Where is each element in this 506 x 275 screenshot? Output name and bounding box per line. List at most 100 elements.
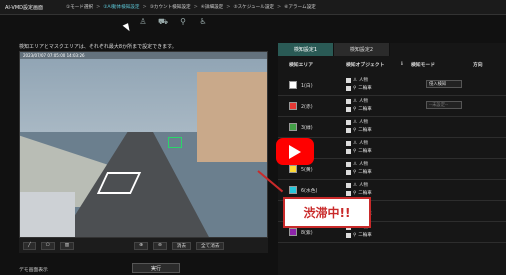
person-option[interactable]: ♙人物 xyxy=(346,98,372,106)
object-checkboxes: ♙人物 ⚲二輪車 xyxy=(346,119,372,134)
bike-label: 二輪車 xyxy=(358,127,372,133)
checkbox[interactable] xyxy=(346,148,351,154)
person-icon: ♙ xyxy=(353,120,358,125)
checkbox[interactable] xyxy=(346,106,351,112)
bike-option[interactable]: ⚲二輪車 xyxy=(346,190,372,198)
bike-icon: ⚲ xyxy=(353,169,357,175)
checkbox[interactable] xyxy=(346,190,351,196)
step-6[interactable]: ⑥アラーム設定 xyxy=(284,4,316,10)
bike-icon: ⚲ xyxy=(353,127,357,133)
header-object: 検知オブジェクト xyxy=(346,62,385,68)
object-checkboxes: ♙人物 ⚲二輪車 xyxy=(346,161,372,176)
header-area: 検知エリア xyxy=(289,62,313,68)
zoom-in-icon[interactable]: ⊕ xyxy=(134,241,148,250)
checkbox[interactable] xyxy=(346,85,351,91)
line-tool-icon[interactable]: ╱ xyxy=(23,241,36,250)
object-checkboxes: ♙人物 ⚲二輪車 xyxy=(346,140,372,155)
checkbox[interactable] xyxy=(346,232,351,238)
area-name: 1(白) xyxy=(301,83,313,89)
person-label: 人物 xyxy=(359,99,369,104)
separator: > xyxy=(226,4,231,10)
checkbox[interactable] xyxy=(346,127,351,133)
delete-button[interactable]: 消去 xyxy=(171,241,192,250)
person-option[interactable]: ♙人物 xyxy=(346,77,372,85)
tab-bar: 検知設定1 検知設定2 xyxy=(278,43,506,56)
bike-label: 二輪車 xyxy=(358,85,372,91)
area-color-swatch xyxy=(289,123,297,131)
bicycle-icon[interactable]: ⚲ xyxy=(178,17,188,26)
step-3[interactable]: ③カウント検知設定 xyxy=(150,4,191,10)
person-option[interactable]: ♙人物 xyxy=(346,182,372,190)
bike-label: 二輪車 xyxy=(358,232,372,238)
person-label: 人物 xyxy=(359,78,369,83)
bike-option[interactable]: ⚲二輪車 xyxy=(346,85,372,93)
annotation-callout: 渋滞中!! xyxy=(283,197,371,228)
person-label: 人物 xyxy=(359,183,369,188)
delete-all-button[interactable]: 全て消去 xyxy=(196,241,225,250)
header-direction: 方向 xyxy=(473,62,483,68)
person-icon: ♙ xyxy=(353,183,358,188)
person-icon: ♙ xyxy=(353,141,358,146)
bike-icon: ⚲ xyxy=(353,190,357,196)
bike-option[interactable]: ⚲二輪車 xyxy=(346,148,372,156)
person-option[interactable]: ♙人物 xyxy=(346,119,372,127)
area-name: 8(紫) xyxy=(301,230,313,236)
wheelchair-icon[interactable]: ♿ xyxy=(198,17,208,26)
building xyxy=(197,72,267,162)
step-5[interactable]: ⑤スケジュール設定 xyxy=(233,4,274,10)
mask-tool-icon[interactable]: ▥ xyxy=(59,241,75,250)
play-button[interactable] xyxy=(276,138,314,165)
info-icon[interactable]: ℹ xyxy=(401,62,411,67)
object-checkboxes: ♙人物 ⚲二輪車 xyxy=(346,77,372,92)
step-2[interactable]: ②AI動体検知設定 xyxy=(103,4,139,10)
person-option[interactable]: ♙人物 xyxy=(346,161,372,169)
area-color-swatch xyxy=(289,186,297,194)
mode-select[interactable]: --未設定-- xyxy=(426,101,462,109)
person-icon[interactable]: ♙ xyxy=(138,17,148,26)
tab-detection-2[interactable]: 検知設定2 xyxy=(334,43,390,56)
checkbox[interactable] xyxy=(346,141,351,147)
bike-icon: ⚲ xyxy=(353,148,357,154)
bike-icon: ⚲ xyxy=(353,232,357,238)
checkbox[interactable] xyxy=(346,120,351,126)
video-overlay-bar: 2023/07/07 07:05:00 14:03:26 xyxy=(20,52,267,59)
person-icon: ♙ xyxy=(353,162,358,167)
step-1[interactable]: ①モード選択 xyxy=(66,4,93,10)
area-row: 2(赤) ♙ 人物 ⚲ 二輪車 --未設定-- xyxy=(278,96,506,117)
checkbox[interactable] xyxy=(346,162,351,168)
header-mode: 検知モード xyxy=(411,62,435,68)
person-label: 人物 xyxy=(359,120,369,125)
area-color-swatch xyxy=(289,165,297,173)
zoom-out-icon[interactable]: ⊖ xyxy=(152,241,167,250)
area-name: 2(赤) xyxy=(301,104,313,110)
area-row: 1(白) ♙ 人物 ⚲ 二輪車 侵入検知 xyxy=(278,75,506,96)
polygon-tool-icon[interactable]: ⬠ xyxy=(40,241,55,250)
detected-vehicle-box xyxy=(168,137,182,148)
bike-icon: ⚲ xyxy=(353,106,357,112)
bike-option[interactable]: ⚲二輪車 xyxy=(346,106,372,114)
checkbox[interactable] xyxy=(346,78,351,84)
tab-detection-1[interactable]: 検知設定1 xyxy=(278,43,334,56)
checkbox[interactable] xyxy=(346,99,351,105)
bike-option[interactable]: ⚲二輪車 xyxy=(346,169,372,177)
area-color-swatch xyxy=(289,102,297,110)
toolbar-icons: ♙ ⛟ ⚲ ♿ xyxy=(138,17,208,27)
video-toolbar: ╱ ⬠ ▥ ⊕ ⊖ 消去 全て消去 xyxy=(19,238,268,253)
mode-select[interactable]: 侵入検知 xyxy=(426,80,462,88)
person-label: 人物 xyxy=(359,162,369,167)
demo-screen-label[interactable]: デモ画面表示 xyxy=(19,266,48,273)
checkbox[interactable] xyxy=(346,169,351,175)
object-checkboxes: ♙人物 ⚲二輪車 xyxy=(346,98,372,113)
checkbox[interactable] xyxy=(346,183,351,189)
camera-view[interactable]: 2023/07/07 07:05:00 14:03:26 xyxy=(19,51,268,238)
car-icon[interactable]: ⛟ xyxy=(158,17,168,26)
bike-option[interactable]: ⚲二輪車 xyxy=(346,127,372,135)
play-icon xyxy=(289,144,301,159)
bike-label: 二輪車 xyxy=(358,190,372,196)
separator: > xyxy=(96,4,101,10)
bike-option[interactable]: ⚲二輪車 xyxy=(346,232,372,240)
person-option[interactable]: ♙人物 xyxy=(346,140,372,148)
step-4[interactable]: ④詳細設定 xyxy=(201,4,224,10)
execute-button[interactable]: 実行 xyxy=(132,263,180,273)
area-name: 5(黄) xyxy=(301,167,313,173)
